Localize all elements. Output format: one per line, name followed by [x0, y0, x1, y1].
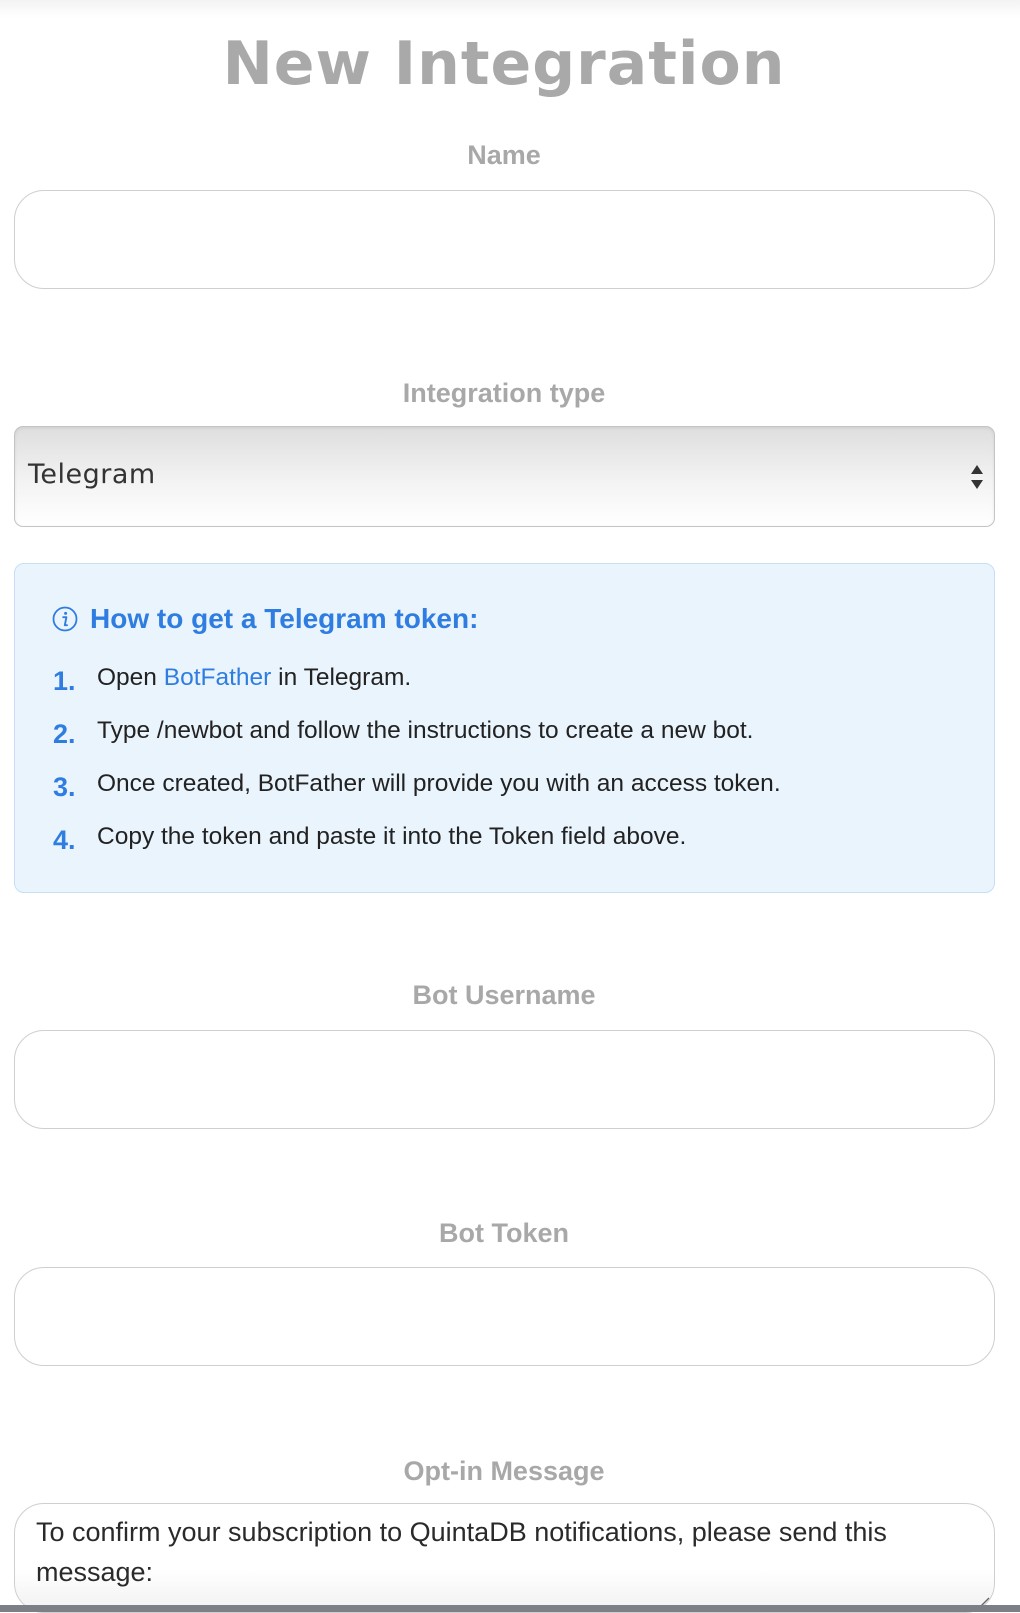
step-text: Type /newbot and follow the instructions… [97, 717, 754, 744]
step-number: 4. [53, 824, 76, 855]
window-bottom-edge [0, 1605, 1020, 1612]
step-item: 1. Open BotFather in Telegram. [53, 658, 411, 698]
step-text: Once created, BotFather will provide you… [97, 770, 781, 797]
step-text-after: in Telegram. [271, 664, 412, 691]
step-item: 2. Type /newbot and follow the instructi… [53, 711, 753, 751]
name-input[interactable] [14, 190, 995, 289]
page-title: New Integration [222, 29, 786, 99]
top-shade [0, 0, 1020, 18]
info-title: How to get a Telegram token: [90, 603, 479, 634]
telegram-token-info-box: How to get a Telegram token: 1. Open Bot… [14, 563, 995, 893]
opt-in-message-label: Opt-in Message [403, 1456, 605, 1486]
step-text-before: Open [97, 664, 164, 691]
integration-type-selected-value: Telegram [28, 459, 156, 490]
step-number: 1. [53, 665, 76, 696]
integration-type-label: Integration type [402, 378, 606, 408]
step-number: 2. [53, 718, 76, 749]
integration-type-select[interactable]: Telegram [14, 426, 995, 527]
step-text: Copy the token and paste it into the Tok… [97, 823, 687, 850]
name-label: Name [467, 140, 541, 170]
step-item: 3. Once created, BotFather will provide … [53, 764, 781, 804]
step-number: 3. [53, 771, 76, 802]
bot-username-input[interactable] [14, 1030, 995, 1129]
step-item: 4. Copy the token and paste it into the … [53, 817, 686, 857]
info-header: How to get a Telegram token: [52, 599, 478, 639]
bot-token-label: Bot Token [439, 1218, 569, 1248]
select-updown-arrows-icon [971, 465, 983, 489]
bot-username-label: Bot Username [412, 980, 596, 1010]
info-circle-icon [52, 606, 78, 632]
opt-in-message-textarea[interactable]: To confirm your subscription to QuintaDB… [14, 1503, 995, 1613]
bot-token-input[interactable] [14, 1267, 995, 1366]
botfather-link[interactable]: BotFather [164, 664, 272, 691]
opt-in-message-text: To confirm your subscription to QuintaDB… [36, 1517, 887, 1587]
step-text: Open BotFather in Telegram. [97, 664, 411, 692]
